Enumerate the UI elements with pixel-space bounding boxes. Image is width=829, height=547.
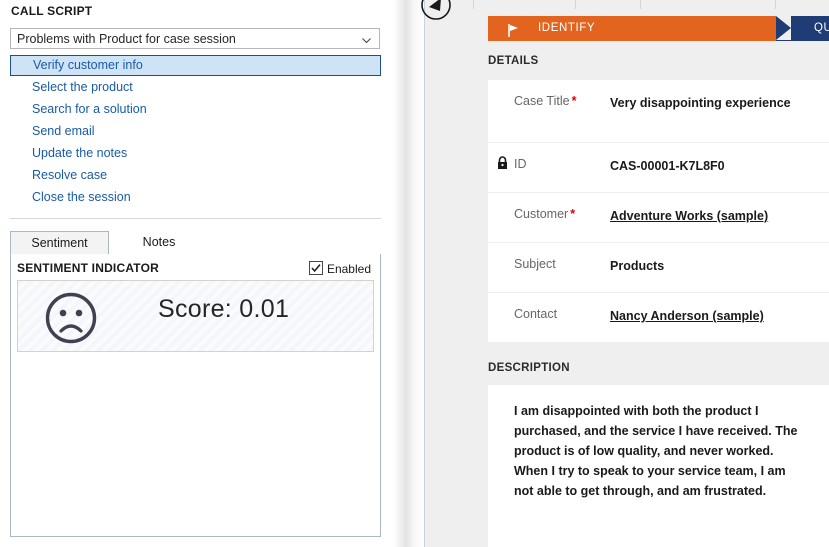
field-label-subject: Subject [514, 257, 556, 271]
field-value-subject: Products [610, 259, 665, 273]
refresh-back-icon[interactable] [417, 0, 455, 24]
field-row-id: ID CAS-00001-K7L8F0 [488, 143, 829, 193]
sad-face-icon [44, 291, 98, 350]
field-label-customer: Customer * [514, 207, 576, 221]
sentiment-enabled-toggle[interactable]: Enabled [308, 261, 371, 276]
flow-notch-qualify [776, 16, 791, 40]
field-value-contact[interactable]: Nancy Anderson (sample) [610, 306, 764, 326]
field-row-case-title[interactable]: Case Title * Very disappointing experienc… [488, 80, 829, 143]
sentiment-score-value: Score: 0.01 [158, 295, 290, 323]
description-heading: DESCRIPTION [488, 362, 570, 374]
business-process-flow: IDENTIFY QUALIFY [488, 16, 829, 41]
sentiment-panel: SENTIMENT INDICATOR Enabled Score: 0.01 [10, 254, 381, 537]
field-label-id: ID [514, 157, 527, 171]
field-label-case-title: Case Title * [514, 94, 577, 108]
call-script-step-6[interactable]: Close the session [10, 186, 381, 208]
flow-stage-qualify-label: QUALIFY [814, 22, 829, 34]
field-label-contact: Contact [514, 307, 558, 321]
flow-stage-identify[interactable]: IDENTIFY [488, 16, 778, 41]
app-screen: CALL SCRIPT Problems with Product for ca… [0, 0, 829, 547]
call-script-select-value: Problems with Product for case session [17, 32, 236, 46]
sentiment-heading: SENTIMENT INDICATOR [17, 261, 160, 275]
sentiment-enabled-label: Enabled [326, 262, 371, 276]
flow-stage-identify-label: IDENTIFY [538, 22, 596, 34]
call-script-step-5[interactable]: Resolve case [10, 164, 381, 186]
field-value-customer[interactable]: Adventure Works (sample) [610, 206, 768, 226]
top-tab-separators [425, 0, 829, 10]
details-card: Case Title * Very disappointing experienc… [488, 80, 829, 342]
flow-stage-qualify[interactable]: QUALIFY [776, 16, 829, 41]
tab-notes[interactable]: Notes [109, 231, 209, 255]
call-script-step-1[interactable]: Select the product [10, 76, 381, 98]
lock-icon [496, 156, 509, 175]
call-script-step-4[interactable]: Update the notes [10, 142, 381, 164]
sentiment-score-box: Score: 0.01 [17, 280, 374, 352]
description-card[interactable]: I am disappointed with both the product … [488, 385, 829, 547]
call-script-step-3[interactable]: Send email [10, 120, 381, 142]
details-heading: DETAILS [488, 55, 539, 67]
field-row-customer[interactable]: Customer * Adventure Works (sample) [488, 193, 829, 243]
field-row-subject[interactable]: Subject Products [488, 243, 829, 293]
call-script-step-0[interactable]: Verify customer info [10, 55, 381, 76]
required-marker: * [571, 94, 577, 108]
field-value-id: CAS-00001-K7L8F0 [610, 159, 725, 173]
divider [10, 218, 381, 219]
chevron-down-icon [361, 33, 372, 44]
tab-sentiment[interactable]: Sentiment [10, 231, 109, 255]
call-script-heading: CALL SCRIPT [11, 4, 93, 18]
call-script-steps: Verify customer info Select the product … [10, 55, 381, 208]
case-details-pane: IDENTIFY QUALIFY DETAILS Case Title* Ver… [421, 0, 829, 547]
required-marker: * [570, 207, 576, 221]
pane-divider [390, 0, 424, 547]
call-script-select[interactable]: Problems with Product for case session [10, 28, 380, 49]
field-row-contact[interactable]: Contact Nancy Anderson (sample) [488, 293, 829, 342]
description-text: I am disappointed with both the product … [514, 404, 798, 498]
tab-bar: Sentiment Notes [10, 231, 381, 255]
field-value-case-title: Very disappointing experience [610, 96, 791, 110]
flag-icon [508, 22, 520, 47]
call-script-pane: CALL SCRIPT Problems with Product for ca… [0, 0, 404, 547]
checkbox-icon[interactable] [308, 261, 323, 275]
call-script-step-2[interactable]: Search for a solution [10, 98, 381, 120]
